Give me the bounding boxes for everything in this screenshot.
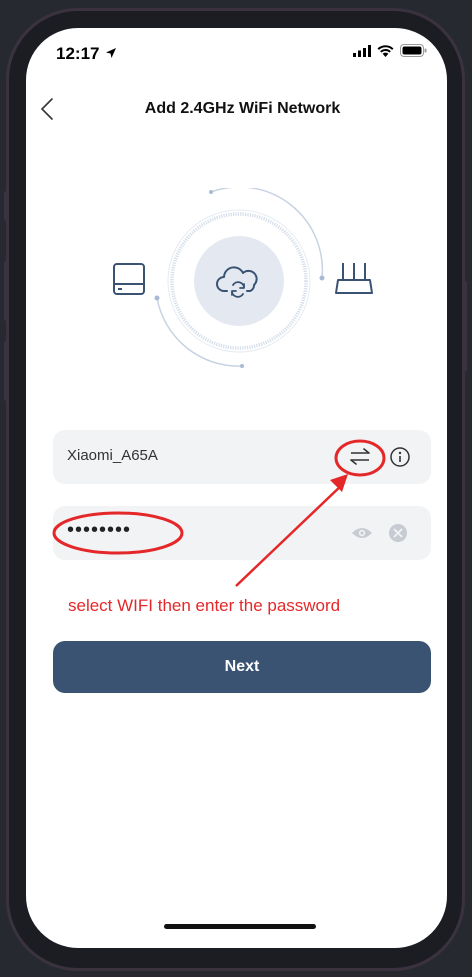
page-title: Add 2.4GHz WiFi Network [144, 100, 341, 117]
cellular-signal-icon [353, 44, 371, 57]
mute-switch [4, 191, 8, 221]
status-time: 12:17 [56, 44, 117, 64]
volume-down-button [4, 341, 8, 401]
password-value: •••••••• [67, 519, 132, 541]
wifi-icon [377, 44, 394, 57]
wifi-name-value: Xiaomi_A65A [67, 447, 158, 464]
network-illustration [26, 186, 447, 378]
eye-icon[interactable] [351, 525, 373, 541]
annotation-overlay [52, 439, 386, 587]
clear-icon[interactable] [388, 523, 408, 543]
password-field[interactable]: •••••••• [53, 506, 431, 560]
wifi-name-field[interactable]: Xiaomi_A65A [53, 430, 431, 484]
volume-up-button [4, 261, 8, 321]
hub-device-icon [113, 263, 145, 295]
home-indicator[interactable] [164, 924, 316, 929]
router-icon [335, 263, 373, 294]
power-button [463, 281, 467, 371]
app-screen: 12:17 Add 2.4GHz WiFi Network Xiaomi_A65… [26, 28, 447, 948]
info-icon[interactable] [389, 446, 411, 468]
status-time-text: 12:17 [56, 44, 100, 63]
switch-network-icon[interactable] [349, 447, 371, 467]
status-icons [353, 44, 427, 57]
battery-icon [400, 44, 427, 57]
location-arrow-icon [106, 48, 117, 58]
next-button[interactable]: Next [53, 641, 431, 693]
annotation-text: select WIFI then enter the password [68, 596, 341, 615]
